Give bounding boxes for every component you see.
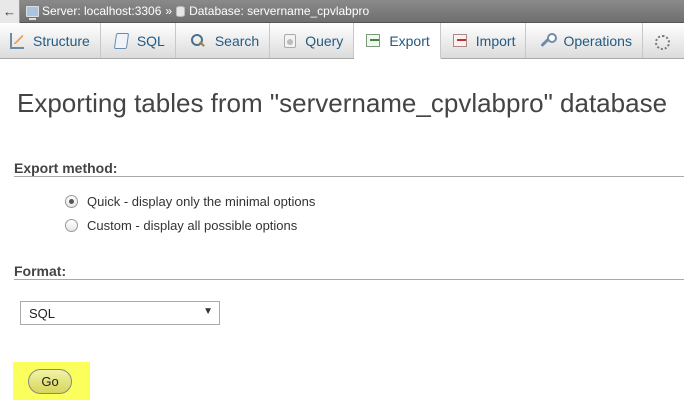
server-icon: [26, 5, 39, 20]
export-method-label: Export method:: [14, 160, 118, 176]
operations-icon: [538, 32, 558, 49]
tab-search[interactable]: Search: [176, 23, 271, 58]
tab-sql[interactable]: SQL: [101, 23, 176, 58]
format-select[interactable]: SQL ▼: [20, 301, 220, 325]
breadcrumb-database-label: Database: servername_cpvlabpro: [189, 4, 370, 18]
more-icon: [653, 33, 670, 50]
format-divider: [14, 279, 684, 280]
radio-quick-label[interactable]: Quick - display only the minimal options: [87, 194, 315, 209]
radio-custom-label[interactable]: Custom - display all possible options: [87, 218, 297, 233]
tab-query[interactable]: Query: [270, 23, 355, 58]
chevron-down-icon: ▼: [203, 306, 213, 317]
breadcrumb-bar: ← Server: localhost:3306 » Database: ser…: [0, 0, 684, 23]
tab-export[interactable]: Export: [354, 23, 441, 59]
tab-structure[interactable]: Structure: [0, 23, 101, 58]
tab-label: Operations: [563, 32, 632, 49]
breadcrumb-server-label: Server: localhost:3306: [42, 4, 162, 18]
tab-bar: Structure SQL Search Query Export Import…: [0, 23, 684, 59]
structure-icon: [10, 32, 24, 49]
tab-label: Query: [305, 32, 344, 49]
query-icon: [284, 33, 297, 48]
search-icon: [190, 33, 206, 49]
breadcrumb-separator: »: [165, 4, 173, 18]
radio-custom[interactable]: Custom - display all possible options: [65, 218, 297, 233]
back-arrow-icon[interactable]: ←: [0, 0, 20, 23]
export-method-divider: [14, 176, 684, 177]
tab-label: Structure: [33, 32, 90, 49]
tab-import[interactable]: Import: [441, 23, 527, 58]
export-icon: [366, 34, 381, 47]
format-select-value: SQL: [29, 305, 56, 321]
go-button[interactable]: Go: [28, 369, 72, 394]
breadcrumb-database[interactable]: Database: servername_cpvlabpro: [176, 4, 369, 18]
radio-quick[interactable]: Quick - display only the minimal options: [65, 194, 315, 209]
import-icon: [452, 34, 467, 47]
tab-label: Export: [389, 32, 430, 49]
tab-more[interactable]: [643, 23, 684, 58]
tab-label: Search: [214, 32, 260, 49]
tab-label: SQL: [136, 32, 165, 49]
radio-custom-button[interactable]: [65, 219, 78, 232]
breadcrumb-server[interactable]: Server: localhost:3306: [26, 4, 162, 20]
tab-label: Import: [475, 32, 516, 49]
sql-icon: [113, 32, 129, 49]
radio-quick-button[interactable]: [65, 195, 78, 208]
tab-operations[interactable]: Operations: [526, 23, 643, 58]
page-title: Exporting tables from "servername_cpvlab…: [17, 88, 668, 118]
format-label: Format:: [14, 263, 67, 279]
database-icon: [176, 5, 186, 17]
